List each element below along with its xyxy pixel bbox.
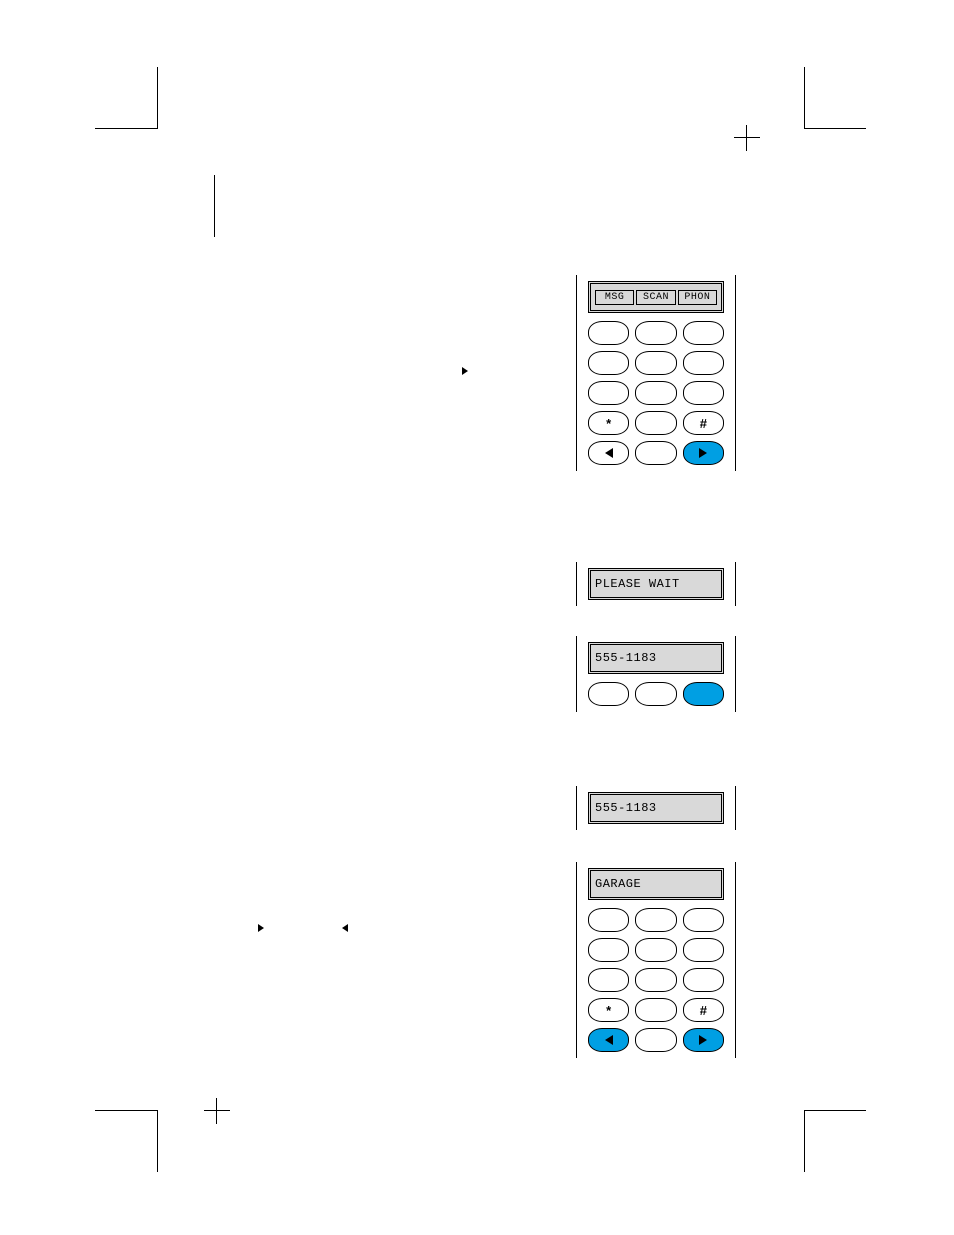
crop-mark [214,175,215,237]
crop-mark [157,67,158,129]
lcd-tab-msg: MSG [595,290,634,305]
key-5[interactable] [635,351,676,375]
nav-right-button[interactable] [683,1028,724,1052]
crop-mark [804,128,866,129]
key-6[interactable] [683,351,724,375]
device-panel-3a: 555-1183 [576,786,736,830]
key-4[interactable] [588,351,629,375]
triangle-right-icon [462,362,468,380]
key-7[interactable] [588,968,629,992]
key-9[interactable] [683,381,724,405]
nav-center-button[interactable] [635,441,676,465]
lcd-display: PLEASE WAIT [588,568,724,600]
device-panel-1: MSG SCAN PHON * # [576,275,736,471]
key-star[interactable]: * [588,411,629,435]
key-8[interactable] [635,381,676,405]
nav-left-button[interactable] [588,441,629,465]
device-panel-2: PLEASE WAIT [576,562,736,606]
key-7[interactable] [588,381,629,405]
nav-right-button[interactable] [683,441,724,465]
key-5[interactable] [635,938,676,962]
key-3[interactable] [683,908,724,932]
crop-mark [95,128,157,129]
crop-mark [157,1110,158,1172]
nav-center-button[interactable] [635,682,676,706]
nav-row [588,682,724,706]
key-1[interactable] [588,321,629,345]
lcd-display: GARAGE [588,868,724,900]
lcd-text: GARAGE [595,877,641,891]
lcd-text: 555-1183 [595,651,657,665]
key-star[interactable]: * [588,998,629,1022]
key-0[interactable] [635,998,676,1022]
keypad: * # [588,321,724,465]
lcd-tab-scan: SCAN [636,290,675,305]
crop-mark [804,1110,805,1172]
key-9[interactable] [683,968,724,992]
page: MSG SCAN PHON * # PLEASE WAIT [0,0,954,1235]
keypad: * # [588,908,724,1052]
key-hash[interactable]: # [683,998,724,1022]
lcd-display: 555-1183 [588,642,724,674]
triangle-left-icon [342,919,348,937]
crop-mark [95,1110,157,1111]
key-2[interactable] [635,321,676,345]
lcd-display: MSG SCAN PHON [588,281,724,313]
device-panel-3b: GARAGE * # [576,862,736,1058]
key-2[interactable] [635,908,676,932]
lcd-display: 555-1183 [588,792,724,824]
lcd-tab-phon: PHON [678,290,717,305]
lcd-text: 555-1183 [595,801,657,815]
nav-left-button[interactable] [588,1028,629,1052]
crop-mark [804,1110,866,1111]
key-1[interactable] [588,908,629,932]
crop-mark [804,67,805,129]
nav-center-button[interactable] [635,1028,676,1052]
nav-right-button[interactable] [683,682,724,706]
nav-left-button[interactable] [588,682,629,706]
key-0[interactable] [635,411,676,435]
triangle-right-icon [258,919,264,937]
key-3[interactable] [683,321,724,345]
device-panel-2b: 555-1183 [576,636,736,712]
key-6[interactable] [683,938,724,962]
key-8[interactable] [635,968,676,992]
key-hash[interactable]: # [683,411,724,435]
key-4[interactable] [588,938,629,962]
lcd-text: PLEASE WAIT [595,577,680,591]
